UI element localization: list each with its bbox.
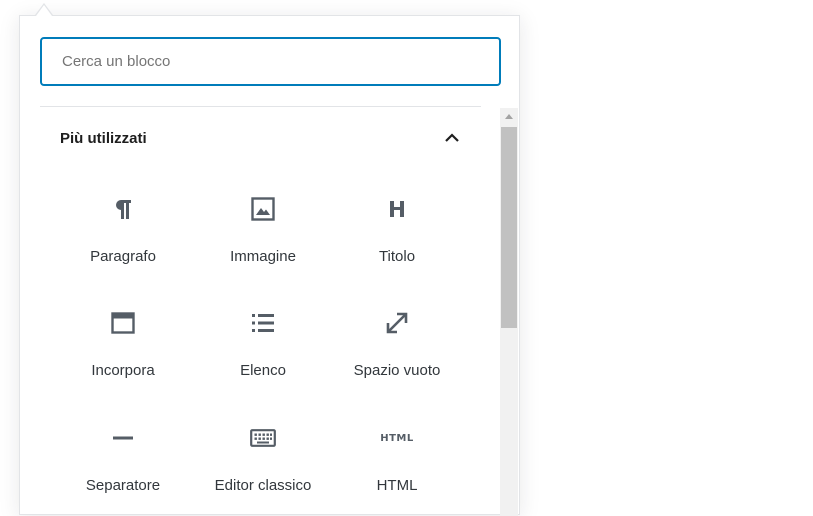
block-item-paragraph[interactable]: Paragrafo <box>55 176 191 286</box>
html-icon-text: HTML <box>380 432 414 444</box>
block-item-classic-editor[interactable]: Editor classico <box>195 405 331 515</box>
section-title: Più utilizzati <box>60 130 147 147</box>
spacer-icon <box>329 308 465 338</box>
scrollbar-thumb[interactable] <box>501 127 517 328</box>
block-item-heading[interactable]: Titolo <box>329 176 465 286</box>
block-item-list[interactable]: Elenco <box>195 290 331 400</box>
block-label: Paragrafo <box>90 248 156 265</box>
scroll-up-arrow-icon[interactable] <box>505 114 513 119</box>
chevron-up-icon[interactable] <box>442 128 462 148</box>
block-label: Incorpora <box>91 362 155 379</box>
divider <box>40 106 481 107</box>
block-item-image[interactable]: Immagine <box>195 176 331 286</box>
block-item-embed[interactable]: Incorpora <box>55 290 191 400</box>
list-icon <box>195 308 331 338</box>
block-item-separator[interactable]: Separatore <box>55 405 191 515</box>
block-inserter-popover: Più utilizzati Paragrafo Immagine <box>19 15 520 516</box>
separator-icon <box>55 423 191 453</box>
keyboard-icon <box>195 423 331 453</box>
block-item-html[interactable]: HTML HTML <box>329 405 465 515</box>
popover-arrow-inner <box>36 5 52 16</box>
heading-icon <box>329 194 465 224</box>
block-label: Spazio vuoto <box>353 362 441 379</box>
html-icon: HTML <box>329 423 465 453</box>
paragraph-icon <box>55 194 191 224</box>
block-search-input[interactable] <box>40 37 501 86</box>
block-item-spacer[interactable]: Spazio vuoto <box>329 290 465 400</box>
block-label: Immagine <box>230 248 296 265</box>
block-label: HTML <box>376 477 418 494</box>
block-label: Separatore <box>85 477 161 494</box>
image-icon <box>195 194 331 224</box>
embed-icon <box>55 308 191 338</box>
scrollbar[interactable] <box>500 108 518 516</box>
block-label: Titolo <box>378 248 416 265</box>
block-label: Elenco <box>240 362 286 379</box>
block-label: Editor classico <box>214 477 312 494</box>
section-header-most-used[interactable]: Più utilizzati <box>40 116 481 160</box>
